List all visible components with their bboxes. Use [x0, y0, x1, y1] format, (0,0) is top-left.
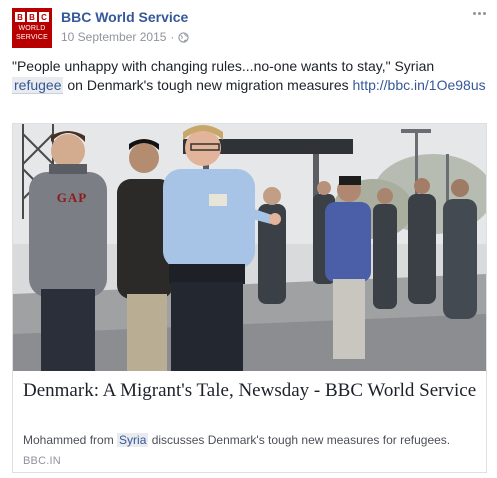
article-title[interactable]: Denmark: A Migrant's Tale, Newsday - BBC…	[23, 379, 478, 403]
avatar-line-service: SERVICE	[15, 34, 48, 41]
article-photo[interactable]: GAP	[13, 124, 486, 371]
hoodie-print: GAP	[56, 190, 88, 205]
description-before: Mohammed from	[23, 433, 118, 447]
avatar-line-world: WORLD	[18, 25, 46, 32]
page-name-link[interactable]: BBC World Service	[61, 9, 188, 25]
hashtag-syria[interactable]: Syria	[117, 433, 149, 447]
hashtag-refugee[interactable]: refugee	[12, 77, 64, 94]
link-preview-card[interactable]: GAP Denmark: A Migrant's Tale, Newsday -…	[12, 123, 487, 473]
globe-icon[interactable]	[178, 31, 190, 43]
photo-illustration	[13, 124, 486, 371]
page-avatar[interactable]: B B C WORLD SERVICE	[12, 8, 52, 48]
bbc-block-c: C	[39, 12, 49, 22]
meta-separator: ·	[170, 30, 175, 44]
post-message: "People unhappy with changing rules...no…	[12, 57, 487, 95]
post-message-middle: on Denmark's tough new migration measure…	[63, 77, 353, 93]
bbc-logo: B B C	[15, 12, 49, 22]
description-after: discusses Denmark's tough new measures f…	[148, 433, 451, 447]
article-domain: BBC.IN	[23, 455, 61, 467]
post-quote: "People unhappy with changing rules...no…	[12, 58, 435, 74]
post-date[interactable]: 10 September 2015	[61, 30, 166, 44]
bbc-block-b1: B	[15, 12, 25, 22]
more-options-icon[interactable]	[469, 6, 489, 20]
post-meta: 10 September 2015 ·	[61, 30, 190, 44]
article-description: Mohammed from Syria discusses Denmark's …	[23, 432, 478, 448]
post-short-link[interactable]: http://bbc.in/1Oe98us	[353, 77, 486, 93]
bbc-block-b2: B	[27, 12, 37, 22]
facebook-post: B B C WORLD SERVICE BBC World Service 10…	[0, 0, 497, 478]
